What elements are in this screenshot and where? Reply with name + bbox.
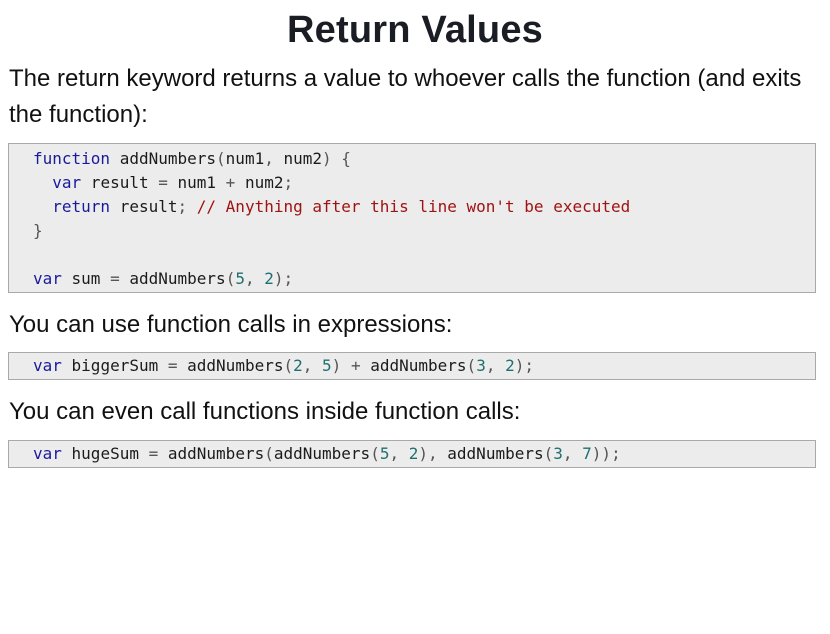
code-number: 7 — [582, 444, 592, 463]
code-block-huge-sum: var hugeSum = addNumbers(addNumbers(5, 2… — [8, 440, 816, 468]
code-keyword: var — [52, 173, 82, 192]
code-number: 2 — [505, 356, 515, 375]
code-block-bigger-sum: var biggerSum = addNumbers(2, 5) + addNu… — [8, 352, 816, 380]
nested-calls-paragraph: You can even call functions inside funct… — [9, 398, 521, 425]
code-punctuation: , — [244, 269, 265, 288]
code-line: var biggerSum = addNumbers(2, 5) + addNu… — [33, 354, 815, 378]
code-function-name: addNumbers — [273, 444, 371, 463]
code-punctuation: , — [302, 356, 323, 375]
code-identifier: result — [110, 197, 178, 216]
code-operator: + — [225, 173, 236, 192]
code-line: return result; // Anything after this li… — [33, 195, 815, 219]
code-operator: = — [110, 269, 120, 288]
code-keyword: var — [33, 269, 62, 288]
code-operator: = — [167, 356, 178, 375]
code-punctuation: ); — [514, 356, 534, 375]
code-keyword: return — [52, 197, 111, 216]
code-punctuation: ( — [370, 444, 380, 463]
code-function-name: addNumbers — [158, 444, 265, 463]
code-function-name: addNumbers — [177, 356, 284, 375]
slide: Return Values The return keyword returns… — [0, 0, 830, 634]
code-keyword: var — [33, 444, 62, 463]
code-punctuation: ( — [466, 356, 477, 375]
code-number: 3 — [553, 444, 563, 463]
code-identifier: addNumbers — [110, 149, 217, 168]
code-punctuation: ), — [418, 444, 448, 463]
code-identifier: num2 — [283, 149, 322, 168]
code-punctuation: ) — [331, 356, 342, 375]
code-punctuation: , — [389, 444, 409, 463]
code-line: } — [33, 219, 815, 243]
code-identifier: result — [81, 173, 159, 192]
code-punctuation: } — [33, 221, 43, 240]
code-identifier: hugeSum — [61, 444, 149, 463]
code-punctuation: ; — [177, 197, 188, 216]
code-function-name: addNumbers — [119, 269, 226, 288]
code-punctuation: ( — [225, 269, 236, 288]
code-block-add-numbers: function addNumbers(num1, num2) { var re… — [8, 143, 816, 293]
code-punctuation: ( — [283, 356, 294, 375]
code-punctuation: ) { — [322, 149, 351, 168]
code-operator: + — [341, 356, 371, 375]
code-keyword: var — [33, 356, 62, 375]
code-keyword: function — [33, 149, 111, 168]
code-number: 2 — [293, 356, 303, 375]
code-number: 3 — [476, 356, 486, 375]
code-function-name: addNumbers — [447, 444, 544, 463]
code-function-name: addNumbers — [370, 356, 467, 375]
code-punctuation: ); — [273, 269, 294, 288]
code-identifier: num1 — [225, 149, 265, 168]
code-number: 5 — [322, 356, 332, 375]
code-identifier: num2 — [235, 173, 284, 192]
code-punctuation: , — [485, 356, 506, 375]
code-line: function addNumbers(num1, num2) { — [33, 147, 815, 171]
intro-paragraph: The return keyword returns a value to wh… — [9, 65, 802, 128]
expressions-paragraph: You can use function calls in expression… — [9, 311, 453, 338]
code-punctuation: ( — [264, 444, 274, 463]
code-line: var sum = addNumbers(5, 2); — [33, 267, 815, 291]
slide-title: Return Values — [286, 9, 544, 51]
code-punctuation: , — [562, 444, 583, 463]
code-operator: = — [158, 173, 168, 192]
code-punctuation: )); — [591, 444, 621, 463]
code-operator: = — [148, 444, 159, 463]
code-comment: // Anything after this line won't be exe… — [187, 197, 631, 216]
code-identifier: num1 — [167, 173, 226, 192]
code-line: var result = num1 + num2; — [33, 171, 815, 195]
code-punctuation: , — [264, 149, 284, 168]
code-number: 2 — [264, 269, 274, 288]
code-punctuation: ( — [216, 149, 226, 168]
code-number: 5 — [235, 269, 245, 288]
code-number: 2 — [408, 444, 419, 463]
code-identifier: sum — [61, 269, 111, 288]
code-line: var hugeSum = addNumbers(addNumbers(5, 2… — [33, 442, 815, 466]
code-punctuation: ; — [283, 173, 294, 192]
code-punctuation: ( — [543, 444, 554, 463]
code-identifier: biggerSum — [61, 356, 168, 375]
